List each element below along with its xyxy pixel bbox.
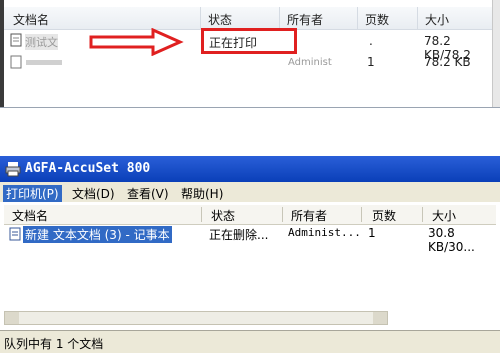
scroll-right-button[interactable]	[373, 312, 387, 324]
row2-pages: 1	[367, 55, 375, 69]
vertical-scrollbar[interactable]	[492, 0, 500, 107]
scroll-left-button[interactable]	[5, 312, 19, 324]
col-size[interactable]: 大小	[432, 207, 456, 224]
row2-owner: Administ	[288, 57, 332, 68]
menu-printer[interactable]: 打印机(P)	[3, 185, 62, 202]
document-size: 30.8 KB/30...	[428, 226, 475, 254]
col-owner[interactable]: 所有者	[291, 207, 327, 224]
status-printing: 正在打印	[209, 36, 258, 50]
col-pages[interactable]: 页数	[365, 11, 389, 28]
column-header: 文档名 状态 所有者 页数 大小	[0, 7, 500, 30]
col-pages[interactable]: 页数	[372, 207, 396, 224]
red-arrow-annotation	[89, 28, 184, 56]
document-name[interactable]: 新建 文本文档 (3) - 记事本	[23, 226, 172, 243]
printer-icon	[5, 162, 21, 177]
col-status[interactable]: 状态	[211, 207, 235, 224]
col-document-name[interactable]: 文档名	[13, 11, 49, 28]
horizontal-scrollbar[interactable]	[4, 311, 388, 325]
row2-size: 78.2 KB	[424, 55, 471, 69]
blurred-document-name	[26, 60, 62, 65]
row1-owner: .	[369, 34, 373, 48]
document-owner: Administ...	[288, 226, 361, 239]
col-owner[interactable]: 所有者	[287, 11, 323, 28]
title-bar[interactable]: AGFA-AccuSet 800	[0, 156, 500, 182]
previous-queue-panel: 文档名 状态 所有者 页数 大小 测试文 正在打印 . 78.2 KB/78.2…	[0, 0, 500, 108]
document-name[interactable]: 测试文	[25, 34, 58, 50]
queue-status-text: 队列中有 1 个文档	[4, 337, 104, 351]
col-status[interactable]: 状态	[208, 11, 232, 28]
document-icon	[10, 33, 22, 50]
menu-help[interactable]: 帮助(H)	[181, 185, 223, 202]
print-queue-window: AGFA-AccuSet 800 打印机(P) 文档(D) 查看(V) 帮助(H…	[0, 156, 500, 353]
window-title: AGFA-AccuSet 800	[25, 161, 151, 176]
document-status: 正在删除...	[209, 228, 269, 242]
document-icon	[10, 55, 22, 72]
status-bar: 队列中有 1 个文档	[0, 330, 500, 353]
col-document-name[interactable]: 文档名	[12, 207, 48, 224]
window-border	[0, 0, 4, 107]
col-size[interactable]: 大小	[425, 11, 449, 28]
table-row[interactable]: 新建 文本文档 (3) - 记事本 正在删除... Administ... 1 …	[4, 226, 496, 254]
menu-document[interactable]: 文档(D)	[72, 185, 115, 202]
document-icon	[9, 227, 21, 241]
column-header: 文档名 状态 所有者 页数 大小	[4, 205, 496, 225]
menu-bar: 打印机(P) 文档(D) 查看(V) 帮助(H)	[0, 182, 500, 202]
menu-view[interactable]: 查看(V)	[127, 185, 169, 202]
document-pages: 1	[368, 226, 376, 240]
